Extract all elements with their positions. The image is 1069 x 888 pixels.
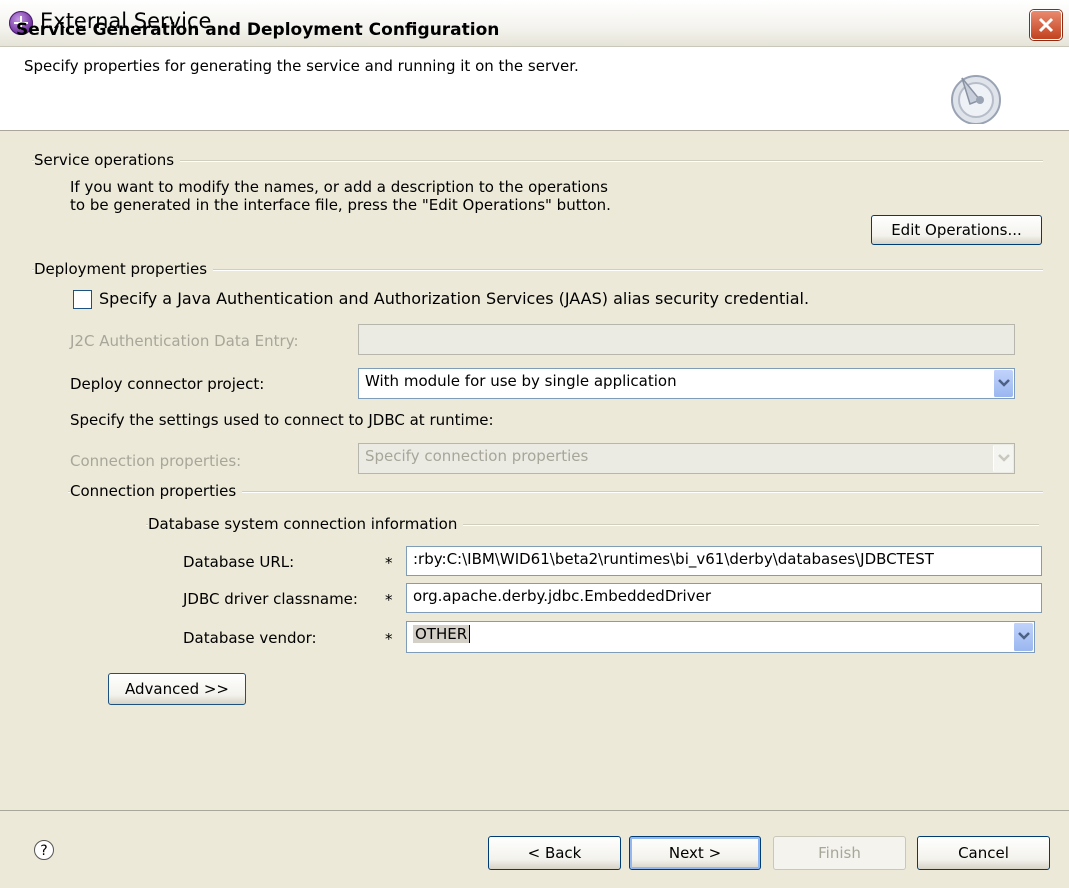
deploy-connector-label: Deploy connector project:: [70, 375, 265, 393]
database-vendor-label: Database vendor:: [183, 629, 317, 647]
jdbc-driver-label: JDBC driver classname:: [183, 590, 358, 608]
service-operations-description-1: If you want to modify the names, or add …: [70, 178, 608, 196]
close-button[interactable]: [1030, 10, 1062, 40]
next-button[interactable]: Next >: [629, 836, 761, 870]
required-marker: *: [385, 591, 393, 609]
connection-group-label: Connection properties: [70, 482, 243, 500]
page-description: Specify properties for generating the se…: [24, 57, 579, 75]
edit-operations-button[interactable]: Edit Operations...: [871, 215, 1042, 245]
finish-button: Finish: [773, 836, 906, 870]
service-operations-description-2: to be generated in the interface file, p…: [70, 196, 611, 214]
required-marker: *: [385, 554, 393, 572]
chevron-down-icon[interactable]: [1013, 623, 1033, 651]
connection-properties-select[interactable]: Specify connection properties: [358, 443, 1015, 474]
deploy-connector-value: With module for use by single applicatio…: [365, 372, 677, 390]
chevron-down-icon: [993, 445, 1013, 472]
j2c-label: J2C Authentication Data Entry:: [70, 332, 299, 350]
chevron-down-icon[interactable]: [993, 370, 1013, 397]
cancel-button[interactable]: Cancel: [917, 836, 1050, 870]
deploy-connector-select[interactable]: With module for use by single applicatio…: [358, 368, 1015, 399]
page-title: Service Generation and Deployment Config…: [16, 20, 500, 40]
back-button[interactable]: < Back: [488, 836, 621, 870]
service-operations-group-label: Service operations: [34, 151, 181, 169]
jdbc-driver-field[interactable]: org.apache.derby.jdbc.EmbeddedDriver: [406, 583, 1042, 613]
database-vendor-select[interactable]: OTHER: [406, 621, 1035, 653]
database-url-label: Database URL:: [183, 553, 295, 571]
j2c-field[interactable]: [358, 324, 1015, 355]
database-vendor-value: OTHER: [413, 625, 471, 643]
separator: [32, 160, 1043, 162]
required-marker: *: [385, 630, 393, 648]
jaas-checkbox[interactable]: [73, 290, 92, 309]
connection-properties-label: Connection properties:: [70, 452, 242, 470]
connection-properties-value: Specify connection properties: [365, 447, 589, 465]
help-icon[interactable]: ?: [34, 840, 54, 860]
deployment-group-label: Deployment properties: [34, 260, 214, 278]
db-connection-group-label: Database system connection information: [148, 515, 464, 533]
close-icon: [1038, 17, 1054, 33]
database-url-field[interactable]: :rby:C:\IBM\WID61\beta2\runtimes\bi_v61\…: [406, 546, 1042, 576]
jdbc-settings-text: Specify the settings used to connect to …: [70, 411, 494, 429]
jaas-checkbox-label: Specify a Java Authentication and Author…: [99, 289, 810, 308]
advanced-button[interactable]: Advanced >>: [108, 673, 246, 705]
wizard-globe-icon: [951, 75, 1001, 124]
footer-separator: [0, 810, 1069, 811]
